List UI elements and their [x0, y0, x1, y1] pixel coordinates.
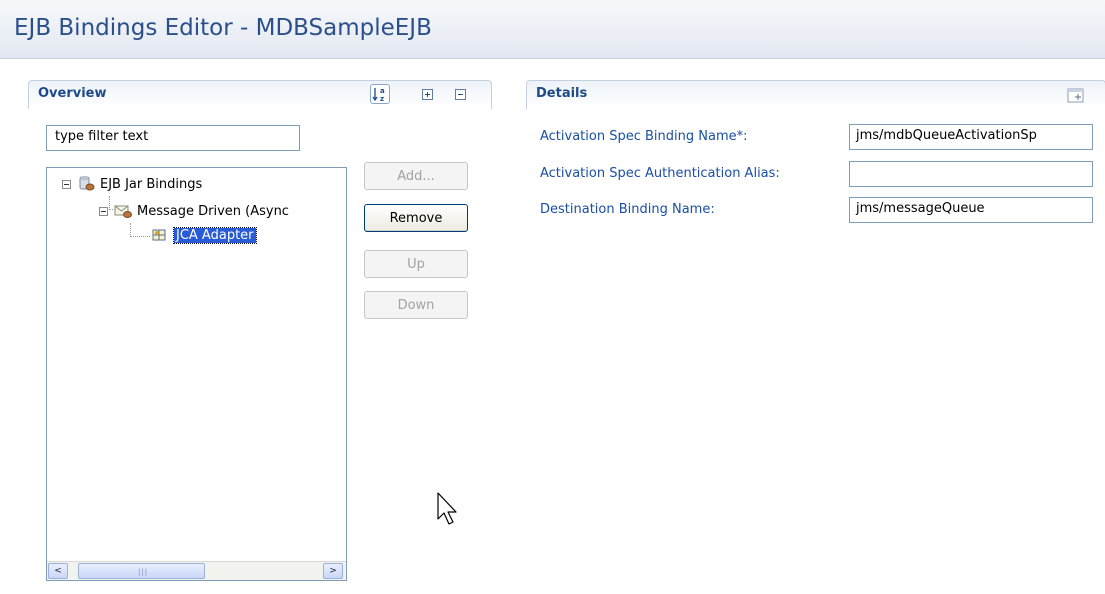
editor-title-bar: EJB Bindings Editor - MDBSampleEJB: [0, 0, 1105, 59]
collapse-toggle-icon[interactable]: [62, 179, 71, 189]
overview-title: Overview: [38, 86, 107, 101]
destination-binding-name-field[interactable]: jms/messageQueue: [849, 197, 1093, 223]
scroll-grip-icon: |||: [138, 568, 149, 576]
activation-spec-auth-alias-label: Activation Spec Authentication Alias:: [540, 166, 780, 181]
remove-button[interactable]: Remove: [364, 204, 468, 232]
message-driven-icon: [114, 203, 132, 219]
bindings-tree[interactable]: EJB Jar Bindings Message Driven (Async J…: [46, 167, 347, 581]
tree-item-message-driven[interactable]: Message Driven (Async: [99, 201, 289, 221]
details-title: Details: [536, 86, 588, 101]
details-pane-icon[interactable]: [1066, 86, 1086, 106]
destination-binding-name-label: Destination Binding Name:: [540, 202, 715, 217]
details-header: Details: [526, 80, 1105, 109]
tree-connector: [130, 236, 150, 237]
add-button[interactable]: Add...: [364, 162, 468, 190]
down-button[interactable]: Down: [364, 291, 468, 319]
tree-item-label-selected: JCA Adapter: [173, 226, 257, 244]
overview-header: Overview a z: [28, 80, 492, 109]
expand-all-icon[interactable]: [417, 84, 437, 104]
scroll-right-button[interactable]: >: [323, 563, 343, 579]
tree-item-label: Message Driven (Async: [137, 203, 289, 219]
up-button[interactable]: Up: [364, 250, 468, 278]
scroll-left-button[interactable]: <: [48, 563, 68, 579]
activation-spec-binding-name-field[interactable]: jms/mdbQueueActivationSp: [849, 124, 1093, 150]
editor-title: EJB Bindings Editor - MDBSampleEJB: [14, 15, 432, 41]
svg-text:a: a: [380, 87, 385, 95]
scroll-thumb[interactable]: |||: [78, 563, 205, 579]
collapse-all-icon[interactable]: [450, 84, 470, 104]
tree-connector: [130, 223, 131, 237]
sort-alphabetical-icon[interactable]: a z: [370, 84, 390, 104]
tree-item-label: EJB Jar Bindings: [100, 176, 203, 192]
jca-adapter-icon: [151, 227, 169, 243]
activation-spec-binding-name-label: Activation Spec Binding Name*:: [540, 129, 748, 144]
mouse-cursor-icon: [437, 492, 459, 530]
tree-item-jca-adapter[interactable]: JCA Adapter: [151, 225, 257, 245]
jar-bindings-icon: [77, 176, 95, 192]
filter-input[interactable]: type filter text: [46, 125, 300, 151]
tree-item-ejb-jar-bindings[interactable]: EJB Jar Bindings: [62, 174, 202, 194]
collapse-toggle-icon[interactable]: [99, 206, 108, 216]
activation-spec-auth-alias-field[interactable]: [849, 161, 1093, 187]
svg-text:z: z: [380, 95, 384, 102]
horizontal-scrollbar[interactable]: < ||| >: [47, 561, 346, 580]
